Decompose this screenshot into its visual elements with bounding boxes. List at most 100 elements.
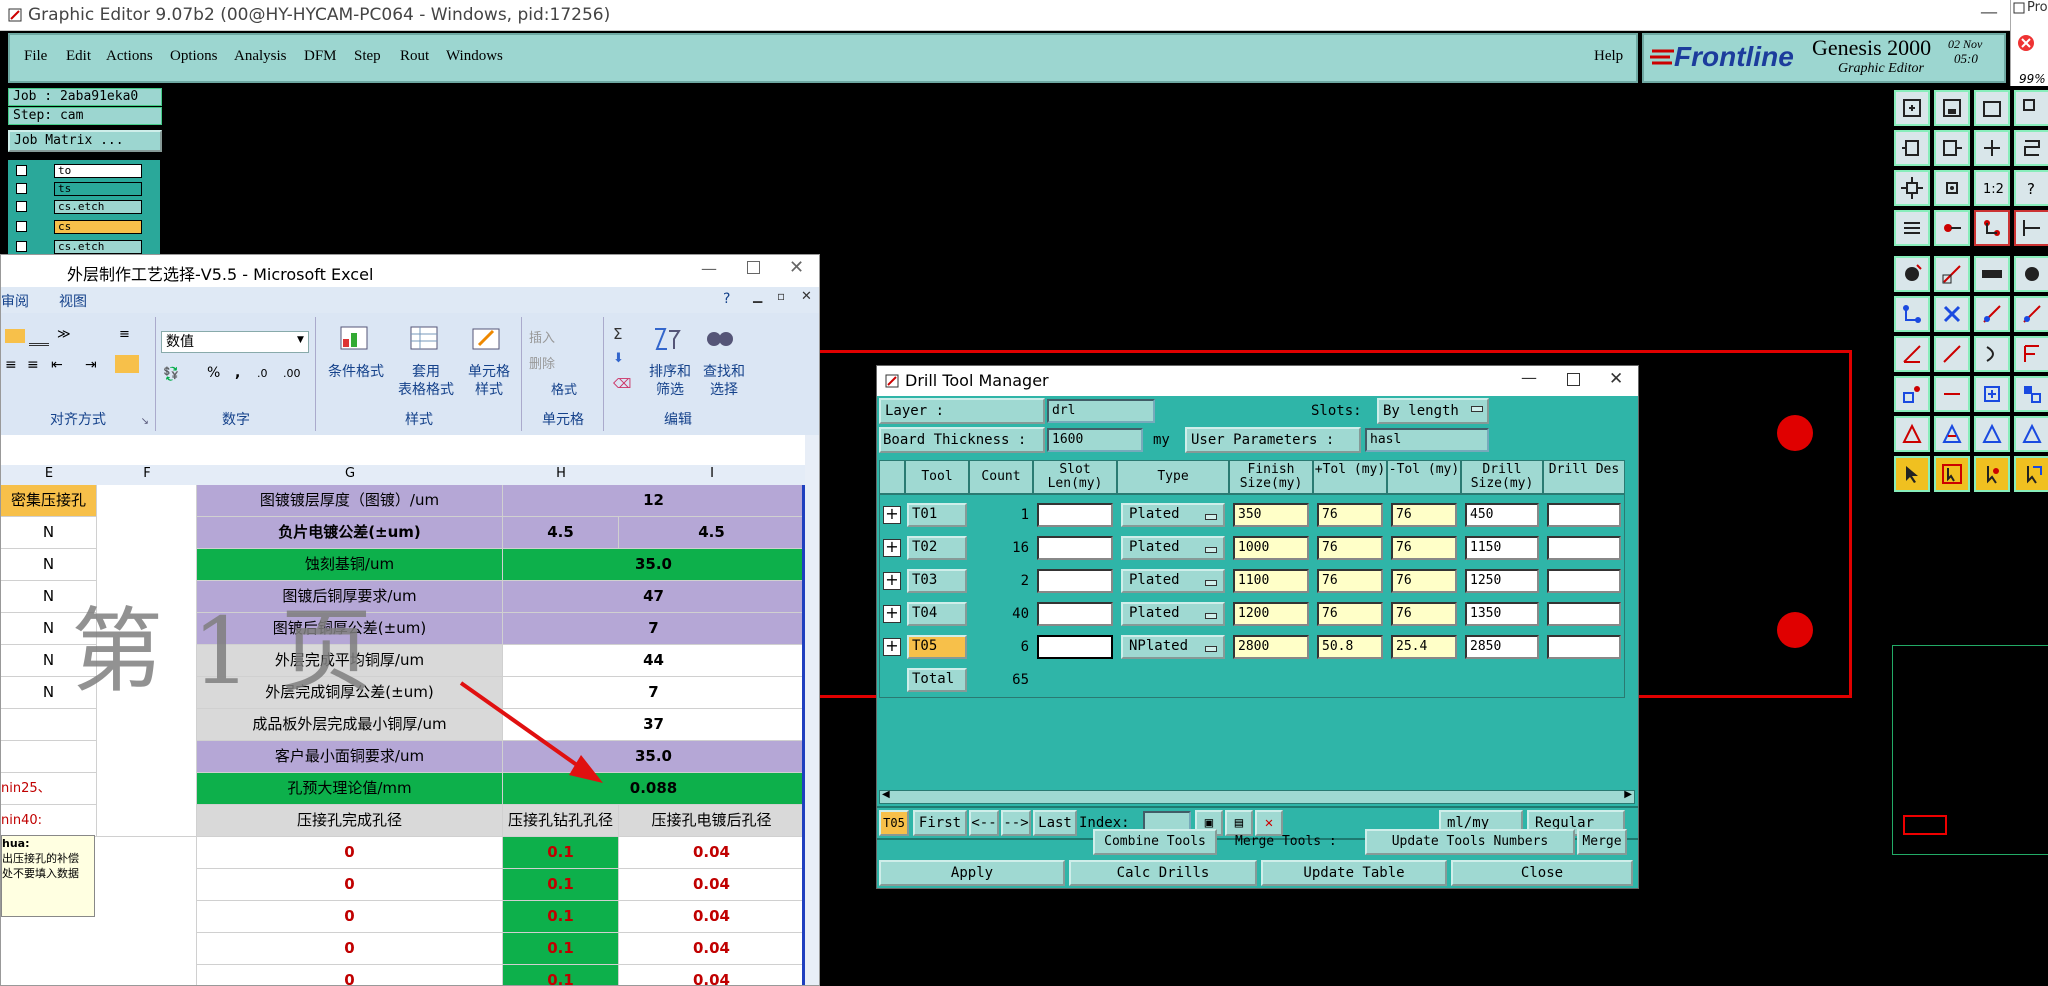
layer-row[interactable]: cs xyxy=(14,220,142,234)
close-button[interactable]: Close xyxy=(1451,860,1633,886)
autosum-icon[interactable]: Σ xyxy=(613,325,622,343)
tool-name[interactable]: T01 xyxy=(907,503,967,527)
increase-decimal-icon[interactable]: .0 xyxy=(257,367,268,380)
select-move-icon[interactable] xyxy=(1974,456,2010,492)
minus-tol-input[interactable]: 25.4 xyxy=(1391,635,1457,659)
slot-len-input[interactable] xyxy=(1037,602,1113,626)
data-cell[interactable]: 0.04 xyxy=(619,965,805,985)
slash-icon[interactable] xyxy=(1934,336,1970,372)
data-cell[interactable]: 0.04 xyxy=(619,901,805,933)
indent-decrease-icon[interactable]: ⇤ xyxy=(51,357,63,373)
data-cell[interactable]: 0.04 xyxy=(619,837,805,869)
number-format-select[interactable]: 数值 xyxy=(161,331,309,353)
curve-icon[interactable] xyxy=(1974,336,2010,372)
tool-name[interactable]: T02 xyxy=(907,536,967,560)
tool-name[interactable]: T04 xyxy=(907,602,967,626)
pad-add-icon[interactable] xyxy=(1894,256,1930,292)
column-header-h[interactable]: H xyxy=(503,466,619,481)
drill-des-input[interactable] xyxy=(1547,635,1621,659)
snap-icon[interactable] xyxy=(2014,130,2048,166)
align-middle-icon[interactable] xyxy=(29,329,49,346)
data-cell[interactable]: 0.1 xyxy=(503,869,619,901)
triangle-icon[interactable] xyxy=(1894,416,1930,452)
minimize-button[interactable]: — xyxy=(701,259,717,278)
close-button[interactable]: ✕ xyxy=(789,257,804,278)
finish-size-input[interactable]: 2800 xyxy=(1233,635,1309,659)
data-cell[interactable]: 0.04 xyxy=(619,869,805,901)
drill-des-input[interactable] xyxy=(1547,569,1621,593)
drill-des-input[interactable] xyxy=(1547,536,1621,560)
menu-step[interactable]: Step xyxy=(354,48,381,65)
cross-icon[interactable] xyxy=(1934,296,1970,332)
param-label[interactable]: 图镀镀层厚度（图镀）/um xyxy=(197,485,503,517)
help-icon[interactable]: ? xyxy=(723,291,730,307)
minimize-button[interactable]: — xyxy=(1521,368,1537,387)
flag-icon[interactable] xyxy=(2014,336,2048,372)
type-select[interactable]: Plated xyxy=(1121,536,1225,560)
thickness-field[interactable]: 1600 xyxy=(1047,428,1143,452)
calc-drills-button[interactable]: Calc Drills xyxy=(1069,860,1257,886)
find-select-line2[interactable]: 选择 xyxy=(697,379,751,399)
update-tools-numbers-select[interactable]: Update Tools Numbers xyxy=(1365,829,1575,855)
type-select[interactable]: Plated xyxy=(1121,503,1225,527)
minimap-viewport[interactable] xyxy=(1903,815,1947,835)
sort-filter-line1[interactable]: 排序和 xyxy=(643,361,697,381)
align-center-icon[interactable]: ≡ xyxy=(27,357,39,373)
layer-row[interactable]: to xyxy=(14,164,142,178)
data-cell[interactable]: 0.1 xyxy=(503,837,619,869)
help-icon[interactable]: ? xyxy=(2014,170,2048,206)
vertical-scrollbar[interactable] xyxy=(805,435,819,985)
apply-button[interactable]: Apply xyxy=(879,860,1065,886)
minimize-button[interactable]: — xyxy=(1980,2,1998,23)
data-cell[interactable]: 0 xyxy=(197,869,503,901)
find-select-line1[interactable]: 查找和 xyxy=(697,361,751,381)
menu-analysis[interactable]: Analysis xyxy=(234,48,287,65)
drill-pad[interactable] xyxy=(1777,612,1813,648)
angle-icon[interactable] xyxy=(1894,336,1930,372)
group-launcher-icon[interactable]: ↘ xyxy=(141,416,149,427)
layer-row[interactable]: cs.etch xyxy=(14,240,142,254)
tool-name[interactable]: T05 xyxy=(907,635,967,659)
layer-field[interactable]: drl xyxy=(1047,399,1155,423)
type-select[interactable]: Plated xyxy=(1121,602,1225,626)
triangle-a-icon[interactable] xyxy=(1934,416,1970,452)
surface-icon[interactable] xyxy=(1974,256,2010,292)
window-icon[interactable] xyxy=(1974,90,2010,126)
plus-tol-input[interactable]: 76 xyxy=(1317,503,1383,527)
pan-icon[interactable] xyxy=(1974,130,2010,166)
plus-tol-input[interactable]: 76 xyxy=(1317,602,1383,626)
update-table-button[interactable]: Update Table xyxy=(1261,860,1447,886)
plus-box-icon[interactable] xyxy=(1974,376,2010,412)
node-icon[interactable] xyxy=(1894,296,1930,332)
sheet-cell[interactable]: nin40: xyxy=(1,805,97,837)
sort-filter-line2[interactable]: 筛选 xyxy=(643,379,697,399)
comma-button[interactable]: , xyxy=(235,365,240,381)
column-header-f[interactable]: F xyxy=(97,466,197,481)
table-format-button-line1[interactable]: 套用 xyxy=(391,361,461,381)
last-button[interactable]: Last xyxy=(1033,810,1077,836)
layer-name[interactable]: cs.etch xyxy=(54,200,142,214)
finish-size-input[interactable]: 1200 xyxy=(1233,602,1309,626)
layer-row[interactable]: cs.etch xyxy=(14,200,142,214)
center-icon[interactable] xyxy=(1934,170,1970,206)
cell-style-button-line1[interactable]: 单元格 xyxy=(457,361,521,381)
select-box-icon[interactable] xyxy=(1934,456,1970,492)
param-value[interactable]: 47 xyxy=(503,581,805,613)
type-select[interactable]: Plated xyxy=(1121,569,1225,593)
layer-checkbox[interactable] xyxy=(16,241,27,252)
data-cell[interactable]: 0.1 xyxy=(503,965,619,985)
percent-button[interactable]: % xyxy=(207,365,220,381)
decrease-decimal-icon[interactable]: .00 xyxy=(283,367,301,380)
corner-icon[interactable] xyxy=(1894,376,1930,412)
column-header-g[interactable]: G xyxy=(197,466,503,481)
formula-bar[interactable] xyxy=(1,435,819,466)
conditional-format-button[interactable]: 条件格式 xyxy=(321,361,391,381)
close-window-button[interactable]: ✕ xyxy=(1609,369,1623,389)
menu-edit[interactable]: Edit xyxy=(66,48,91,65)
sheet-cell[interactable] xyxy=(1,741,97,773)
net-icon[interactable] xyxy=(1974,210,2010,246)
drill-size-input[interactable]: 2850 xyxy=(1465,635,1539,659)
param-label[interactable]: 负片电镀公差(±um) xyxy=(197,517,503,549)
menu-actions[interactable]: Actions xyxy=(106,48,153,65)
drill-size-input[interactable]: 1150 xyxy=(1465,536,1539,560)
